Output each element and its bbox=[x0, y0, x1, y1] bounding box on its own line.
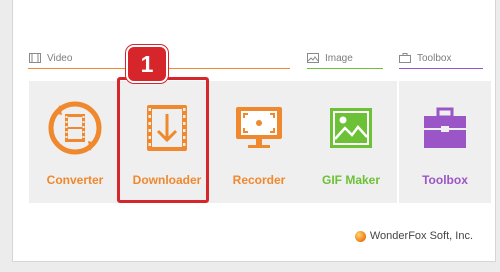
step-number-badge: 1 bbox=[126, 45, 168, 83]
image-section-underline bbox=[307, 68, 383, 69]
film-icon bbox=[29, 53, 41, 63]
gif-maker-tile[interactable]: GIF Maker bbox=[305, 81, 397, 203]
toolbox-label: Toolbox bbox=[422, 173, 468, 187]
image-section-header: Image bbox=[307, 49, 353, 67]
image-section-label: Image bbox=[325, 52, 353, 64]
recorder-tile[interactable]: Recorder bbox=[213, 81, 305, 203]
video-section-header: Video bbox=[29, 49, 72, 67]
landscape-image-icon bbox=[330, 108, 372, 148]
converter-tile[interactable]: Converter bbox=[29, 81, 121, 203]
recorder-label: Recorder bbox=[232, 173, 286, 187]
video-section-label: Video bbox=[47, 52, 73, 64]
screen-recorder-icon bbox=[236, 107, 282, 148]
main-panel: Video Image Toolbox Converter Downloader… bbox=[12, 0, 496, 262]
company-name: WonderFox Soft, Inc. bbox=[369, 230, 473, 242]
downloader-highlight-box bbox=[117, 77, 209, 203]
wonderfox-logo-icon bbox=[354, 230, 366, 242]
toolbox-section-label: Toolbox bbox=[417, 52, 452, 64]
toolbox-icon bbox=[424, 107, 466, 148]
toolbox-section-header: Toolbox bbox=[399, 49, 451, 67]
toolbox-tile[interactable]: Toolbox bbox=[399, 81, 491, 203]
footer: WonderFox Soft, Inc. bbox=[354, 230, 473, 242]
gif-maker-label: GIF Maker bbox=[321, 173, 381, 187]
converter-label: Converter bbox=[46, 173, 104, 187]
image-icon bbox=[307, 53, 319, 63]
toolbox-small-icon bbox=[399, 53, 411, 63]
converter-film-icon bbox=[48, 101, 102, 155]
toolbox-section-underline bbox=[399, 68, 483, 69]
